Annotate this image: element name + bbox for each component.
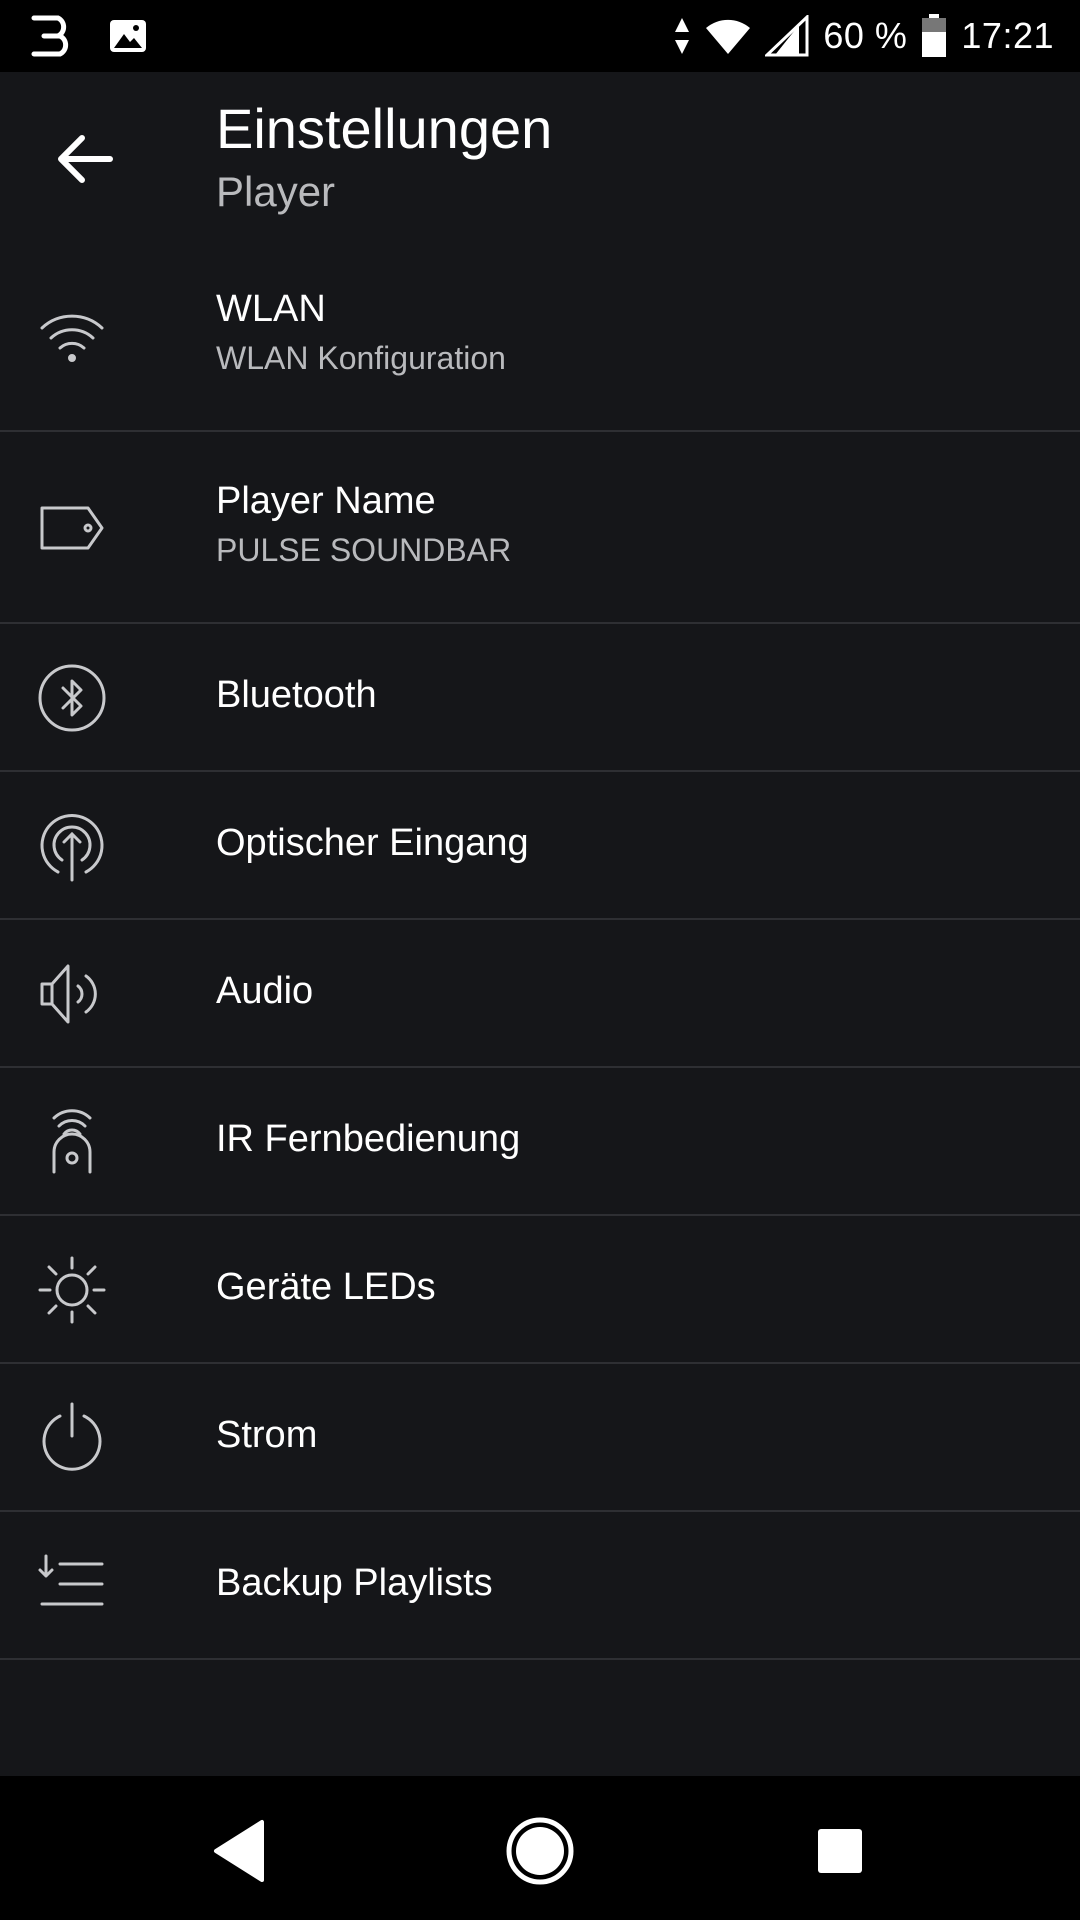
image-notification-icon (108, 16, 148, 56)
setting-label: Geräte LEDs (216, 1266, 436, 1308)
power-icon (36, 1402, 108, 1474)
wifi-signal-icon (705, 16, 751, 56)
status-bar: 60 % 17:21 (0, 0, 1080, 72)
setting-label: Audio (216, 970, 314, 1012)
back-button[interactable] (50, 124, 120, 194)
navigation-bar (0, 1776, 1080, 1920)
nav-recents-icon (795, 1806, 885, 1896)
setting-sublabel: PULSE SOUNDBAR (216, 532, 512, 568)
setting-device-leds[interactable]: Geräte LEDs (0, 1216, 1080, 1364)
cell-signal-icon (765, 15, 809, 57)
clock: 17:21 (961, 15, 1054, 56)
setting-label: Strom (216, 1414, 318, 1456)
setting-optical-input[interactable]: Optischer Eingang (0, 772, 1080, 920)
app-logo-icon (30, 14, 74, 58)
optical-input-icon (36, 810, 108, 882)
setting-label: WLAN (216, 288, 326, 330)
bluetooth-icon (36, 662, 108, 734)
setting-label: Player Name (216, 480, 436, 522)
wifi-icon (36, 302, 108, 374)
setting-label: Backup Playlists (216, 1562, 493, 1604)
setting-player-name[interactable]: Player Name PULSE SOUNDBAR (0, 432, 1080, 624)
page-subtitle: Player (216, 168, 336, 215)
setting-backup-playlists[interactable]: Backup Playlists (0, 1512, 1080, 1660)
tag-icon (36, 492, 108, 564)
app-bar: Einstellungen Player (0, 72, 1080, 244)
nav-home-button[interactable] (495, 1806, 585, 1896)
setting-bluetooth[interactable]: Bluetooth (0, 624, 1080, 772)
setting-audio[interactable]: Audio (0, 920, 1080, 1068)
nav-home-icon (495, 1806, 585, 1896)
setting-sublabel: WLAN Konfiguration (216, 340, 506, 376)
data-transfer-icon (673, 16, 691, 56)
remote-icon (36, 1106, 108, 1178)
setting-label: Bluetooth (216, 674, 377, 716)
setting-wlan[interactable]: WLAN WLAN Konfiguration (0, 244, 1080, 432)
speaker-icon (36, 958, 108, 1030)
nav-back-button[interactable] (196, 1806, 286, 1896)
setting-ir-remote[interactable]: IR Fernbedienung (0, 1068, 1080, 1216)
nav-recents-button[interactable] (795, 1806, 885, 1896)
nav-back-icon (196, 1806, 286, 1896)
page-title: Einstellungen (216, 97, 553, 160)
battery-icon (921, 14, 947, 58)
setting-power[interactable]: Strom (0, 1364, 1080, 1512)
arrow-back-icon (50, 124, 120, 194)
battery-percentage: 60 % (823, 15, 908, 56)
brightness-icon (36, 1254, 108, 1326)
playlist-icon (36, 1550, 108, 1622)
setting-label: IR Fernbedienung (216, 1118, 521, 1160)
settings-list: WLAN WLAN Konfiguration Player Name PULS… (0, 244, 1080, 1776)
setting-label: Optischer Eingang (216, 822, 529, 864)
